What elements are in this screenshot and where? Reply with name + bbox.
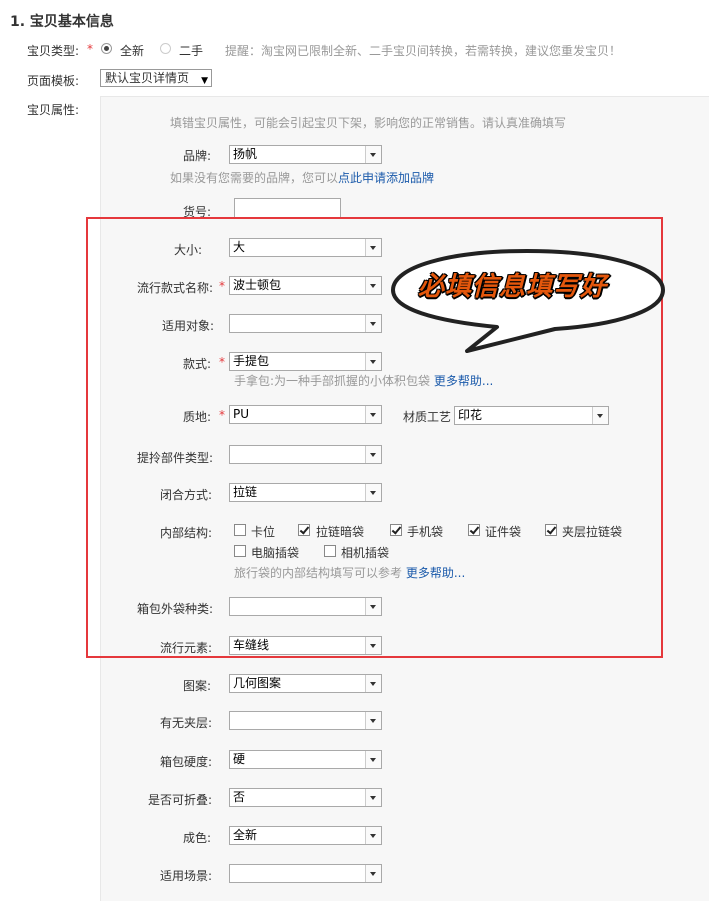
callout-text: 必填信息填写好 (418, 272, 608, 302)
radio-used-label[interactable]: 二手 (179, 42, 203, 59)
pattern-label: 图案: (183, 679, 212, 693)
attributes-hint: 填错宝贝属性，可能会引起宝贝下架，影响您的正常销售。请认真准确填写 (170, 116, 567, 130)
scene-label: 适用场景: (160, 869, 213, 883)
attributes-label: 宝贝属性: (27, 103, 80, 117)
dropdown-arrow-icon (365, 865, 381, 882)
foldable-value: 否 (233, 790, 246, 804)
dropdown-arrow-icon (365, 827, 381, 844)
hardness-select[interactable]: 硬 (229, 750, 382, 769)
dropdown-arrow-icon (365, 712, 381, 729)
page-template-value: 默认宝贝详情页 (105, 71, 190, 85)
radio-used[interactable] (160, 43, 171, 54)
brand-label: 品牌: (183, 149, 212, 163)
condition-select[interactable]: 全新 (229, 826, 382, 845)
foldable-select[interactable]: 否 (229, 788, 382, 807)
item-type-label: 宝贝类型: (27, 44, 80, 58)
pattern-value: 几何图案 (233, 676, 282, 690)
interlayer-label: 有无夹层: (160, 716, 213, 730)
foldable-label: 是否可折叠: (148, 793, 213, 807)
item-no-input[interactable] (234, 198, 341, 218)
required-mark: * (87, 42, 93, 56)
brand-help-text: 如果没有您需要的品牌，您可以 (170, 171, 339, 185)
condition-value: 全新 (233, 828, 258, 842)
radio-new[interactable] (101, 43, 112, 54)
dropdown-arrow-icon (365, 751, 381, 768)
radio-new-label[interactable]: 全新 (120, 42, 144, 59)
page-template-label: 页面模板: (27, 74, 80, 88)
apply-brand-link[interactable]: 点此申请添加品牌 (338, 171, 434, 185)
hardness-value: 硬 (233, 752, 246, 766)
page-template-select[interactable]: 默认宝贝详情页 ▼ (100, 69, 212, 87)
dropdown-arrow-icon (365, 146, 381, 163)
triangle-down-icon: ▼ (201, 76, 208, 86)
brand-value: 扬帆 (233, 147, 258, 161)
dropdown-arrow-icon (365, 675, 381, 692)
hardness-label: 箱包硬度: (160, 755, 213, 769)
condition-label: 成色: (183, 831, 212, 845)
brand-select[interactable]: 扬帆 (229, 145, 382, 164)
interlayer-select[interactable] (229, 711, 382, 730)
scene-select[interactable] (229, 864, 382, 883)
dropdown-arrow-icon (365, 789, 381, 806)
item-type-notice: 提醒：淘宝网已限制全新、二手宝贝间转换，若需转换，建议您重发宝贝！ (225, 44, 622, 58)
pattern-select[interactable]: 几何图案 (229, 674, 382, 693)
section-title: 1. 宝贝基本信息 (10, 14, 114, 30)
brand-help: 如果没有您需要的品牌，您可以点此申请添加品牌 (170, 169, 434, 186)
